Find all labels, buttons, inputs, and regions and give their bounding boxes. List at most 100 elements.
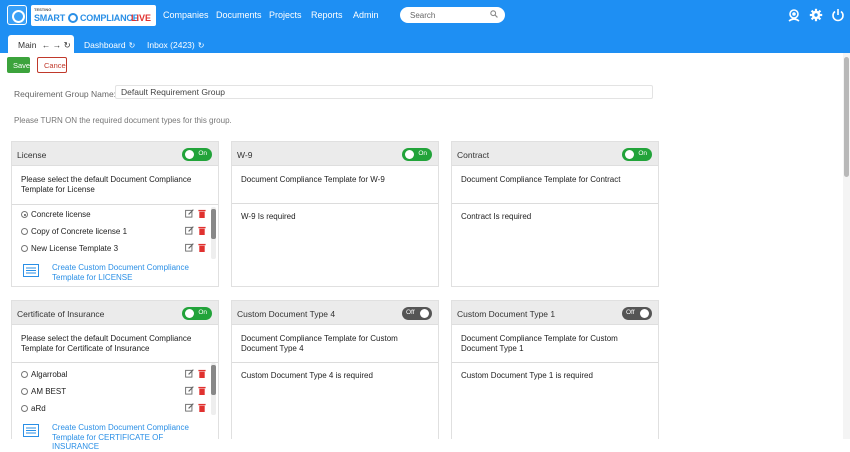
toggle-switch[interactable]: On: [402, 148, 432, 161]
nav-documents[interactable]: Documents: [216, 10, 262, 20]
toggle-label: Off: [626, 309, 635, 316]
template-option[interactable]: Algarrobal: [21, 370, 67, 379]
toggle-knob: [625, 150, 634, 159]
doc-type-card-custom-1: Custom Document Type 1 Off Document Comp…: [451, 300, 659, 439]
nav-admin[interactable]: Admin: [353, 10, 379, 20]
instruction-text: Please TURN ON the required document typ…: [14, 116, 232, 125]
toggle-switch[interactable]: Off: [622, 307, 652, 320]
card-prompt: Please select the default Document Compl…: [21, 334, 192, 353]
trash-icon[interactable]: [198, 386, 206, 395]
tab-inbox[interactable]: Inbox (2423) ↻: [147, 40, 204, 50]
page-scroll-thumb[interactable]: [844, 57, 849, 177]
doc-type-card-custom-4: Custom Document Type 4 Off Document Comp…: [231, 300, 439, 439]
radio-button[interactable]: [21, 245, 28, 252]
edit-icon[interactable]: [185, 386, 194, 395]
brand-logo[interactable]: TESTING SMART COMPLIANCE LIVE: [31, 5, 156, 26]
refresh-icon[interactable]: ↻: [64, 40, 71, 50]
card-prompt: Document Compliance Template for W-9: [241, 175, 385, 184]
cancel-button[interactable]: Cancel: [37, 57, 67, 73]
forward-arrow-icon[interactable]: →: [53, 40, 62, 50]
trash-icon[interactable]: [198, 243, 206, 252]
edit-icon[interactable]: [185, 209, 194, 218]
option-label: Copy of Concrete license 1: [31, 227, 128, 236]
save-button[interactable]: Save: [7, 57, 30, 73]
nav-companies[interactable]: Companies: [163, 10, 209, 20]
refresh-icon[interactable]: ↻: [129, 41, 136, 50]
create-template-link[interactable]: Create Custom Document Compliance Templa…: [52, 423, 212, 452]
template-option[interactable]: Concrete license: [21, 210, 91, 219]
trash-icon[interactable]: [198, 209, 206, 218]
required-text: Custom Document Type 1 is required: [461, 371, 593, 380]
required-text: Custom Document Type 4 is required: [241, 371, 373, 380]
edit-icon[interactable]: [185, 243, 194, 252]
search-icon[interactable]: [490, 10, 498, 18]
template-option[interactable]: New License Template 3: [21, 244, 118, 253]
card-prompt: Document Compliance Template for Custom …: [241, 334, 398, 353]
nav-projects[interactable]: Projects: [269, 10, 302, 20]
brand-mark-icon: [68, 13, 78, 23]
toggle-switch[interactable]: On: [182, 148, 212, 161]
divider: [12, 204, 218, 205]
card-title: Contract: [457, 150, 490, 160]
toggle-switch[interactable]: Off: [402, 307, 432, 320]
radio-button[interactable]: [21, 405, 28, 412]
toggle-label: On: [198, 309, 207, 316]
tab-main-label: Main: [18, 40, 37, 50]
card-prompt: Please select the default Document Compl…: [21, 175, 192, 194]
card-prompt: Document Compliance Template for Custom …: [461, 334, 618, 353]
gear-icon[interactable]: [809, 8, 823, 22]
page-scrollbar[interactable]: [843, 53, 850, 439]
trash-icon[interactable]: [198, 226, 206, 235]
card-header: Certificate of Insurance On: [12, 301, 218, 325]
toggle-label: Off: [406, 309, 415, 316]
template-option[interactable]: aRd: [21, 404, 46, 413]
logo-icon[interactable]: [7, 5, 27, 25]
scroll-thumb[interactable]: [211, 365, 216, 395]
power-icon[interactable]: [831, 8, 845, 22]
card-prompt: Document Compliance Template for Contrac…: [461, 175, 621, 184]
options-scrollbar[interactable]: [211, 363, 216, 415]
edit-icon[interactable]: [185, 369, 194, 378]
nav-reports[interactable]: Reports: [311, 10, 343, 20]
card-title: Certificate of Insurance: [17, 309, 105, 319]
radio-button[interactable]: [21, 228, 28, 235]
toggle-knob: [405, 150, 414, 159]
radio-button[interactable]: [21, 211, 28, 218]
group-name-label: Requirement Group Name:: [14, 89, 117, 99]
toggle-switch[interactable]: On: [622, 148, 652, 161]
template-option[interactable]: AM BEST: [21, 387, 66, 396]
divider: [232, 203, 438, 204]
trash-icon[interactable]: [198, 403, 206, 412]
tab-bar: Main ← → ↻ Dashboard ↻ Inbox (2423) ↻: [0, 32, 850, 53]
edit-icon[interactable]: [185, 226, 194, 235]
create-template-link[interactable]: Create Custom Document Compliance Templa…: [52, 263, 212, 282]
edit-icon[interactable]: [185, 403, 194, 412]
brand-smart-text: SMART: [34, 13, 65, 23]
options-scrollbar[interactable]: [211, 207, 216, 259]
group-name-input[interactable]: Default Requirement Group: [115, 85, 653, 99]
tab-dashboard[interactable]: Dashboard ↻: [84, 40, 135, 50]
scroll-thumb[interactable]: [211, 209, 216, 239]
tab-dashboard-label: Dashboard: [84, 40, 126, 50]
toggle-switch[interactable]: On: [182, 307, 212, 320]
card-header: Contract On: [452, 142, 658, 166]
radio-button[interactable]: [21, 371, 28, 378]
refresh-icon[interactable]: ↻: [198, 41, 205, 50]
toggle-label: On: [418, 150, 427, 157]
card-header: License On: [12, 142, 218, 166]
card-title: W-9: [237, 150, 253, 160]
template-option[interactable]: Copy of Concrete license 1: [21, 227, 127, 236]
divider: [452, 203, 658, 204]
divider: [232, 362, 438, 363]
support-agent-icon[interactable]: [787, 8, 801, 22]
back-arrow-icon[interactable]: ←: [42, 40, 51, 50]
option-label: Algarrobal: [31, 370, 68, 379]
option-label: Concrete license: [31, 210, 91, 219]
radio-button[interactable]: [21, 388, 28, 395]
toggle-knob: [185, 150, 194, 159]
required-text: W-9 Is required: [241, 212, 296, 221]
trash-icon[interactable]: [198, 369, 206, 378]
tab-main[interactable]: Main ← → ↻: [8, 35, 74, 53]
card-title: Custom Document Type 1: [457, 309, 556, 319]
tab-inbox-label: Inbox (2423): [147, 40, 195, 50]
